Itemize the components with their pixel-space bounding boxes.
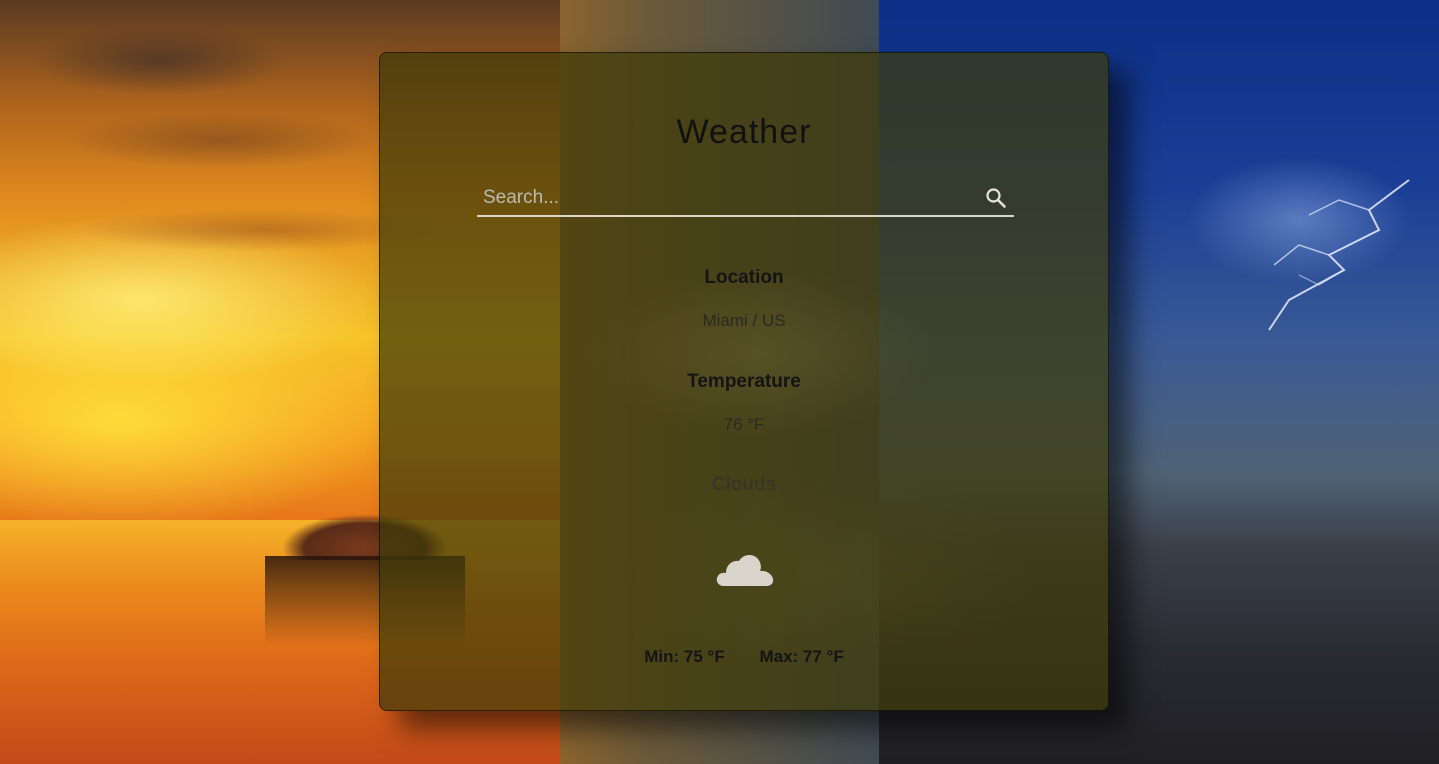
search-bar: [477, 181, 1014, 217]
search-icon: [986, 188, 1006, 208]
location-value: Miami / US: [702, 311, 786, 330]
temperature-range: Min: 75 °F Max: 77 °F: [380, 647, 1108, 667]
app-title: Weather: [676, 113, 812, 151]
condition-label: Clouds: [711, 474, 777, 495]
lightning-bolt: [1268, 179, 1410, 331]
location-label: Location: [704, 267, 784, 288]
max-temperature: Max: 77 °F: [759, 647, 844, 666]
search-input[interactable]: [477, 181, 967, 215]
search-button[interactable]: [984, 186, 1008, 210]
temperature-label: Temperature: [687, 371, 801, 392]
cloud-icon: [716, 555, 774, 586]
temperature-value: 76 °F: [723, 415, 765, 434]
min-temperature: Min: 75 °F: [644, 647, 725, 666]
weather-card: Weather Location Miami / US Temperature …: [379, 52, 1109, 711]
